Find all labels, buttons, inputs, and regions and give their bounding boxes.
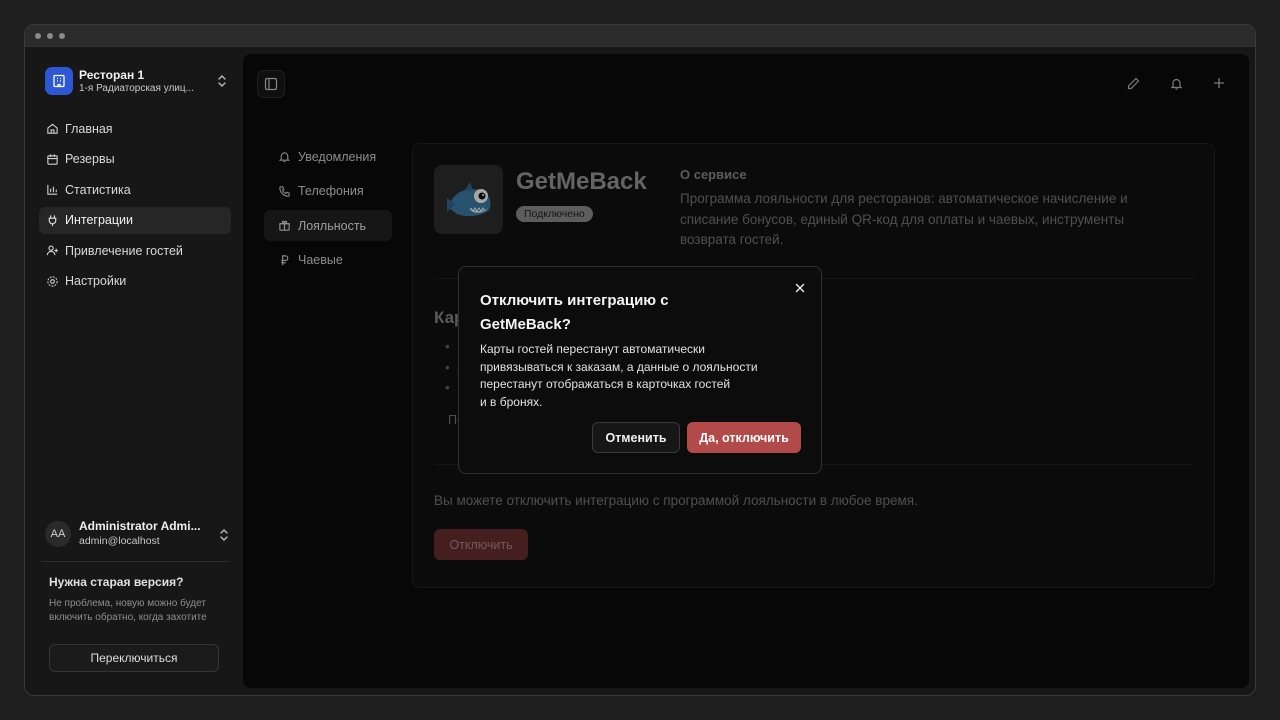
sidebar-item-label: Привлечение гостей — [65, 243, 183, 258]
old-version-title: Нужна старая версия? — [49, 575, 184, 589]
gear-icon — [45, 274, 59, 288]
sidebar-item-guest-acquisition[interactable]: Привлечение гостей — [39, 237, 231, 264]
old-version-text: Не проблема, новую можно будет включить … — [49, 598, 207, 623]
building-icon — [45, 67, 73, 95]
user-name: Administrator Admi... — [79, 519, 201, 533]
venue-name: Ресторан 1 — [79, 68, 145, 82]
sidebar-item-settings[interactable]: Настройки — [39, 268, 231, 295]
sidebar-item-label: Настройки — [65, 274, 127, 288]
user-plus-icon — [45, 244, 59, 258]
sidebar-divider — [41, 561, 229, 562]
main-nav: Главная Резервы Статистика Интеграции Пр… — [39, 115, 231, 298]
user-menu[interactable]: AA Administrator Admi... admin@localhost — [39, 517, 231, 553]
chevron-up-down-icon — [215, 73, 229, 89]
chevron-up-down-icon — [217, 527, 231, 543]
sidebar-item-label: Статистика — [65, 182, 131, 197]
sidebar-item-reservations[interactable]: Резервы — [39, 146, 231, 173]
confirm-disable-dialog: Отключить интеграцию с GetMeBack? Карты … — [458, 266, 822, 474]
sidebar-item-statistics[interactable]: Статистика — [39, 176, 231, 203]
window-dot-icon[interactable] — [35, 33, 41, 39]
dialog-title: Отключить интеграцию с GetMeBack? — [480, 292, 669, 333]
close-icon[interactable] — [793, 281, 807, 295]
sidebar-item-home[interactable]: Главная — [39, 115, 231, 142]
sidebar-item-label: Интеграции — [65, 213, 134, 227]
window-dot-icon[interactable] — [47, 33, 53, 39]
sidebar-item-label: Главная — [65, 121, 113, 136]
switch-version-button[interactable]: Переключиться — [49, 644, 219, 672]
window-dot-icon[interactable] — [59, 33, 65, 39]
calendar-icon — [45, 152, 59, 166]
plug-icon — [45, 213, 59, 227]
bar-chart-icon — [45, 183, 59, 197]
user-email: admin@localhost — [79, 535, 160, 547]
dialog-text: Карты гостей перестанут автоматически пр… — [480, 342, 758, 409]
cancel-button[interactable]: Отменить — [592, 422, 680, 453]
sidebar-item-integrations[interactable]: Интеграции — [39, 206, 231, 234]
sidebar: Ресторан 1 1-я Радиаторская улиц... Глав… — [25, 47, 241, 695]
window-titlebar — [25, 25, 1255, 47]
confirm-disable-button[interactable]: Да, отключить — [687, 422, 801, 453]
home-icon — [45, 122, 59, 136]
venue-switcher[interactable]: Ресторан 1 1-я Радиаторская улиц... — [39, 67, 229, 99]
sidebar-item-label: Резервы — [65, 152, 115, 166]
avatar: AA — [45, 521, 71, 547]
venue-address: 1-я Радиаторская улиц... — [79, 83, 194, 94]
